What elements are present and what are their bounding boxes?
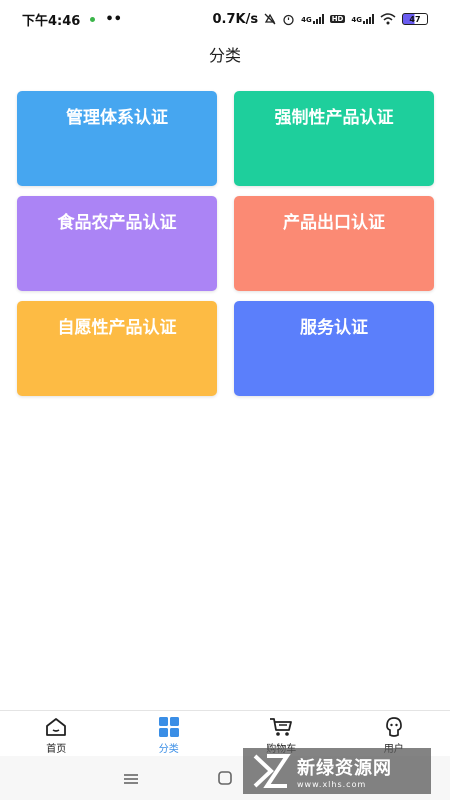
page-title: 分类 bbox=[208, 46, 241, 65]
category-card-management-system[interactable]: 管理体系认证 bbox=[17, 91, 217, 186]
hd-badge: HD bbox=[329, 15, 346, 23]
notification-dot-icon bbox=[90, 16, 96, 22]
battery-level: 47 bbox=[409, 14, 421, 24]
watermark-logo-icon bbox=[253, 754, 291, 788]
category-card-voluntary-product[interactable]: 自愿性产品认证 bbox=[17, 301, 217, 396]
category-grid-icon bbox=[157, 716, 181, 738]
shopping-cart-icon bbox=[269, 716, 293, 738]
category-card-compulsory-product[interactable]: 强制性产品认证 bbox=[234, 91, 434, 186]
category-grid: 管理体系认证 强制性产品认证 食品农产品认证 产品出口认证 自愿性产品认证 服务… bbox=[17, 91, 434, 396]
watermark-text: 新绿资源网 bbox=[297, 757, 392, 779]
home-square-icon[interactable] bbox=[218, 770, 232, 789]
category-label: 管理体系认证 bbox=[66, 108, 168, 128]
category-card-food-agriculture[interactable]: 食品农产品认证 bbox=[17, 196, 217, 291]
signal-strength-icon bbox=[312, 14, 324, 24]
menu-icon[interactable] bbox=[124, 770, 138, 789]
watermark-logo: 新绿资源网 www.xlhs.com bbox=[243, 748, 431, 794]
user-icon bbox=[382, 716, 406, 738]
category-label: 自愿性产品认证 bbox=[57, 318, 177, 338]
signal-strength-icon-2 bbox=[363, 14, 374, 24]
network-speed: 0.7K/s bbox=[212, 11, 259, 27]
category-label: 服务认证 bbox=[300, 318, 368, 338]
tab-home[interactable]: 首页 bbox=[0, 711, 113, 756]
home-icon bbox=[44, 716, 68, 738]
status-dots: •• bbox=[105, 11, 122, 27]
watermark-subtext: www.xlhs.com bbox=[297, 779, 367, 789]
tab-label-category: 分类 bbox=[158, 744, 179, 755]
mute-icon bbox=[264, 13, 276, 25]
alarm-icon bbox=[283, 14, 294, 25]
status-time: 下午4:46 bbox=[22, 13, 81, 29]
tab-category[interactable]: 分类 bbox=[113, 711, 226, 756]
wifi-icon bbox=[380, 13, 396, 25]
battery-icon: 47 bbox=[402, 13, 428, 25]
status-bar: 下午4:46 •• 0.7K/s 4G HD 4G 47 bbox=[0, 0, 450, 38]
category-card-product-export[interactable]: 产品出口认证 bbox=[234, 196, 434, 291]
category-label: 食品农产品认证 bbox=[57, 213, 177, 233]
page-header: 分类 bbox=[0, 38, 450, 70]
category-card-service[interactable]: 服务认证 bbox=[234, 301, 434, 396]
category-label: 产品出口认证 bbox=[283, 213, 385, 233]
tab-label-home: 首页 bbox=[46, 744, 67, 755]
signal-label-4g: 4G bbox=[301, 16, 312, 24]
signal-label-4g-2: 4G bbox=[351, 16, 362, 24]
category-label: 强制性产品认证 bbox=[274, 108, 394, 128]
